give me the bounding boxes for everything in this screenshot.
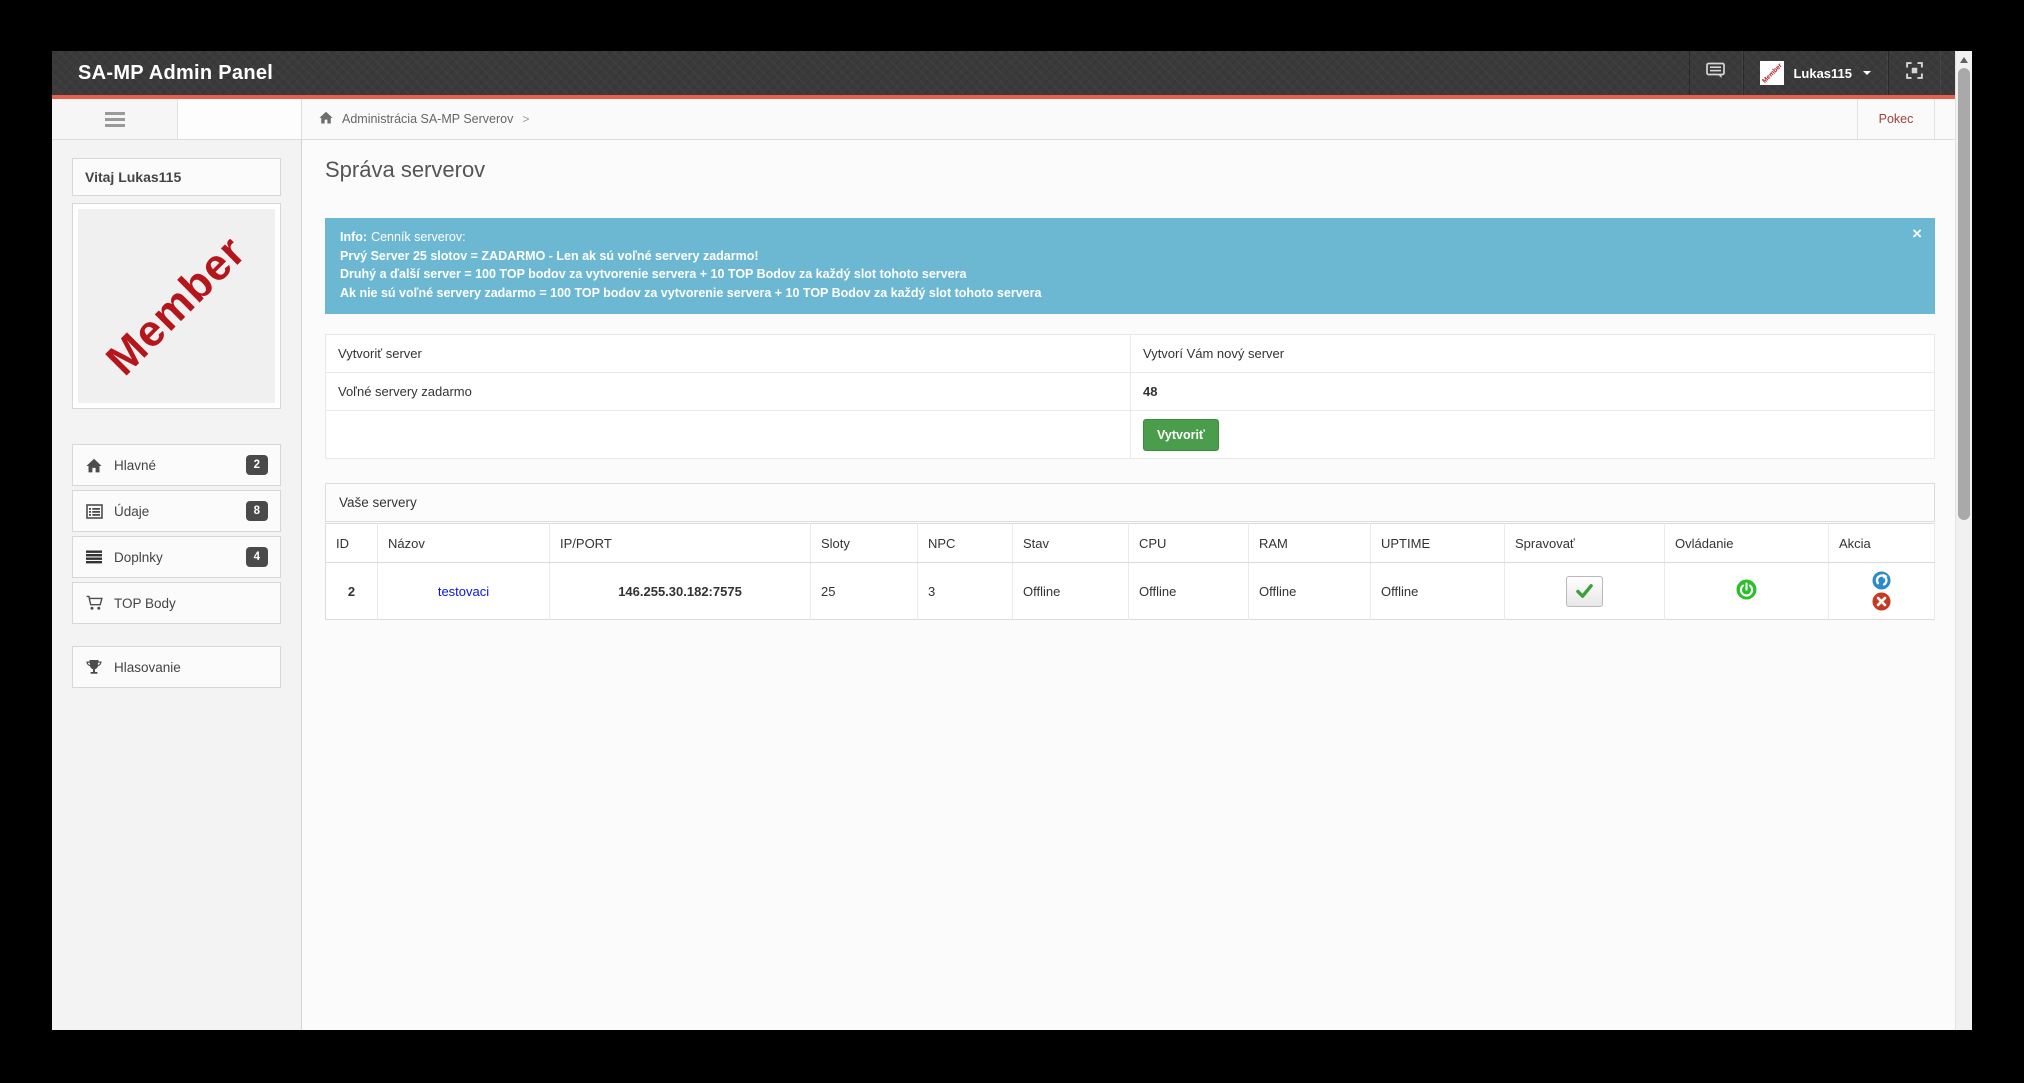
server-slots: 25 bbox=[811, 563, 918, 620]
server-name-link[interactable]: testovaci bbox=[438, 584, 489, 599]
col-ip-port: IP/PORT bbox=[550, 524, 811, 563]
member-image: Member bbox=[72, 203, 281, 409]
count-badge: 2 bbox=[246, 455, 268, 475]
sidebar-item-label: Hlasovanie bbox=[114, 660, 181, 675]
server-cpu: Offline bbox=[1129, 563, 1249, 620]
cart-icon bbox=[85, 595, 103, 611]
breadcrumb-link[interactable]: Administrácia SA-MP Serverov bbox=[342, 112, 513, 126]
col-stav: Stav bbox=[1013, 524, 1129, 563]
logo-cell bbox=[178, 99, 302, 139]
app-title: SA-MP Admin Panel bbox=[78, 62, 273, 85]
breadcrumb-bar: Administrácia SA-MP Serverov > Pokec bbox=[52, 99, 1955, 140]
sidebar-item-hlavne[interactable]: Hlavné 2 bbox=[72, 444, 281, 486]
info-line-3: Druhý a ďalší server = 100 TOP bodov za … bbox=[340, 265, 1920, 284]
sidebar-item-label: Doplnky bbox=[114, 550, 163, 565]
table-header-row: ID Názov IP/PORT Sloty NPC Stav CPU RAM … bbox=[326, 524, 1935, 563]
delete-icon[interactable] bbox=[1872, 592, 1891, 611]
create-server-label: Vytvoriť server bbox=[326, 335, 1131, 373]
username: Lukas115 bbox=[1793, 66, 1852, 81]
count-badge: 4 bbox=[246, 547, 268, 567]
col-cpu: CPU bbox=[1129, 524, 1249, 563]
col-ovladanie: Ovládanie bbox=[1665, 524, 1829, 563]
info-prefix: Info: bbox=[340, 230, 367, 244]
main-content: Správa serverov Info: Cenník serverov: Pr… bbox=[302, 140, 1955, 1030]
server-status: Offline bbox=[1013, 563, 1129, 620]
avatar: Member bbox=[1760, 61, 1784, 85]
sidebar-item-label: Hlavné bbox=[114, 458, 156, 473]
sidebar-toggle-button[interactable] bbox=[52, 99, 178, 139]
manage-button[interactable] bbox=[1566, 576, 1603, 607]
scrollbar-thumb[interactable] bbox=[1958, 68, 1970, 520]
chevron-down-icon bbox=[1863, 71, 1871, 75]
create-server-table: Vytvoriť server Vytvorí Vám nový server … bbox=[325, 334, 1935, 459]
scroll-up-arrow-icon[interactable] bbox=[1960, 57, 1968, 63]
sidebar-item-top-body[interactable]: TOP Body bbox=[72, 582, 281, 624]
col-uptime: UPTIME bbox=[1371, 524, 1505, 563]
check-icon bbox=[1576, 584, 1593, 598]
messages-button[interactable] bbox=[1689, 51, 1743, 95]
welcome-box: Vitaj Lukas115 bbox=[72, 158, 281, 196]
chat-link[interactable]: Pokec bbox=[1857, 99, 1935, 139]
sidebar-item-hlasovanie[interactable]: Hlasovanie bbox=[72, 646, 281, 688]
server-ram: Offline bbox=[1249, 563, 1371, 620]
servers-table: ID Názov IP/PORT Sloty NPC Stav CPU RAM … bbox=[325, 523, 1935, 620]
page-title: Správa serverov bbox=[325, 157, 1935, 183]
servers-panel-title: Vaše servery bbox=[325, 483, 1935, 522]
menu-lines-icon bbox=[85, 549, 103, 565]
chat-icon bbox=[1706, 62, 1726, 85]
server-npc: 3 bbox=[918, 563, 1013, 620]
create-server-button[interactable]: Vytvoriť bbox=[1143, 419, 1219, 451]
user-menu[interactable]: Member Lukas115 bbox=[1743, 51, 1888, 95]
list-icon bbox=[85, 503, 103, 519]
info-line-2: Prvý Server 25 slotov = ZADARMO - Len ak… bbox=[340, 247, 1920, 266]
create-server-desc: Vytvorí Vám nový server bbox=[1131, 335, 1935, 373]
restart-icon[interactable] bbox=[1872, 571, 1891, 590]
count-badge: 8 bbox=[246, 501, 268, 521]
top-navbar: SA-MP Admin Panel Member Lukas115 bbox=[52, 51, 1955, 95]
table-row: Voľné servery zadarmo 48 bbox=[326, 373, 1935, 411]
hamburger-icon bbox=[105, 112, 125, 127]
info-line-4: Ak nie sú voľné servery zadarmo = 100 TO… bbox=[340, 284, 1920, 303]
col-id: ID bbox=[326, 524, 378, 563]
home-icon bbox=[85, 457, 103, 473]
sidebar-item-label: TOP Body bbox=[114, 596, 176, 611]
sidebar: Vitaj Lukas115 Member Hlavné 2 bbox=[52, 140, 302, 1030]
col-npc: NPC bbox=[918, 524, 1013, 563]
table-row: Vytvoriť bbox=[326, 411, 1935, 459]
fullscreen-button[interactable] bbox=[1888, 51, 1941, 95]
trophy-icon bbox=[85, 659, 103, 675]
sidebar-item-label: Údaje bbox=[114, 504, 149, 519]
close-icon[interactable]: × bbox=[1912, 225, 1922, 242]
power-icon[interactable] bbox=[1736, 579, 1757, 600]
col-nazov: Názov bbox=[378, 524, 550, 563]
servers-panel: Vaše servery ID Názov IP/PORT Sloty bbox=[325, 483, 1935, 620]
sidebar-item-udaje[interactable]: Údaje 8 bbox=[72, 490, 281, 532]
col-spravovat: Spravovať bbox=[1505, 524, 1665, 563]
breadcrumb-separator: > bbox=[522, 112, 529, 126]
free-servers-value: 48 bbox=[1131, 373, 1935, 411]
info-alert: Info: Cenník serverov: Prvý Server 25 slo… bbox=[325, 218, 1935, 314]
admin-panel-window: SA-MP Admin Panel Member Lukas115 bbox=[52, 51, 1972, 1030]
vertical-scrollbar[interactable] bbox=[1955, 51, 1972, 1030]
table-row: Vytvoriť server Vytvorí Vám nový server bbox=[326, 335, 1935, 373]
server-uptime: Offline bbox=[1371, 563, 1505, 620]
sidebar-item-doplnky[interactable]: Doplnky 4 bbox=[72, 536, 281, 578]
home-icon bbox=[319, 111, 333, 127]
info-line-1: Cenník serverov: bbox=[371, 230, 465, 244]
col-akcia: Akcia bbox=[1829, 524, 1935, 563]
server-row: 2 testovaci 146.255.30.182:7575 25 3 Off… bbox=[326, 563, 1935, 620]
breadcrumb: Administrácia SA-MP Serverov > bbox=[302, 99, 529, 139]
server-ip-port: 146.255.30.182:7575 bbox=[550, 563, 811, 620]
col-ram: RAM bbox=[1249, 524, 1371, 563]
server-id: 2 bbox=[326, 563, 378, 620]
col-sloty: Sloty bbox=[811, 524, 918, 563]
fullscreen-icon bbox=[1905, 61, 1924, 85]
free-servers-label: Voľné servery zadarmo bbox=[326, 373, 1131, 411]
